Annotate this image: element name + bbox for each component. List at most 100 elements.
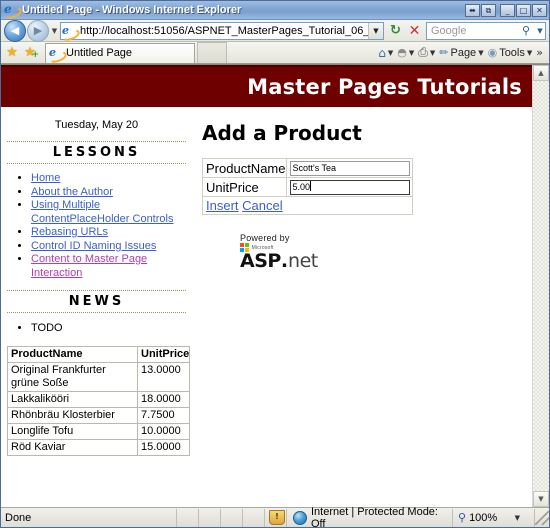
minimize-button[interactable]: _ <box>500 3 515 17</box>
address-dropdown-icon[interactable]: ▼ <box>368 22 383 39</box>
security-zone[interactable]: Internet | Protected Mode: Off <box>287 505 453 530</box>
close-button[interactable]: ✕ <box>532 3 547 17</box>
print-button[interactable]: ⎙ ▼ <box>416 43 437 62</box>
home-button[interactable]: ⌂ ▼ <box>376 43 395 62</box>
cell-unitprice: 7.7500 <box>137 407 190 424</box>
productname-input[interactable]: Scott's Tea <box>290 161 411 177</box>
form-actions-cell: Insert Cancel <box>201 196 414 216</box>
cancel-link[interactable]: Cancel <box>242 198 282 213</box>
list-item: Rebasing URLs <box>31 226 192 240</box>
forward-button[interactable]: ▶ <box>27 19 49 42</box>
zoom-control[interactable]: ⚲ 100% ▼ <box>453 508 535 527</box>
add-to-favorites-icon[interactable]: ★ <box>21 45 39 60</box>
label-productname: ProductName <box>201 157 288 179</box>
maximize-button[interactable]: □ <box>516 3 531 17</box>
table-row: Rhönbräu Klosterbier 7.7500 <box>7 407 190 424</box>
resize-grip[interactable] <box>535 510 549 525</box>
feeds-button[interactable]: ◓ ▼ <box>395 43 416 62</box>
search-input[interactable]: Google <box>427 25 517 37</box>
cell-productname: Röd Kaviar <box>7 439 138 456</box>
back-button[interactable]: ◀ <box>4 19 26 42</box>
sidebar-link-control-id-naming-issues[interactable]: Control ID Naming Issues <box>31 240 156 252</box>
scroll-down-button[interactable]: ▼ <box>533 491 549 507</box>
status-slot-1 <box>177 508 199 527</box>
tools-menu-label: Tools <box>499 46 525 59</box>
unitprice-input[interactable]: 5.00 <box>290 180 411 196</box>
tools-caret-icon[interactable]: ▼ <box>527 49 532 57</box>
label-unitprice: UnitPrice <box>201 177 288 198</box>
feeds-caret-icon[interactable]: ▼ <box>409 49 414 57</box>
zoom-caret-icon[interactable]: ▼ <box>515 514 530 522</box>
title-bar: e Untitled Page - Windows Internet Explo… <box>1 1 549 20</box>
asp-text: ASP <box>240 250 281 273</box>
restore-small-button[interactable]: ⬌ <box>465 3 480 17</box>
stop-button[interactable]: ✕ <box>405 21 424 40</box>
vertical-scrollbar[interactable]: ▲ ▼ <box>532 65 549 507</box>
cell-productname: Lakkalikööri <box>7 391 138 408</box>
page-content: Tuesday, May 20 LESSONS Home About the A… <box>1 107 532 456</box>
sidebar-link-rebasing-urls[interactable]: Rebasing URLs <box>31 226 108 238</box>
list-item: About the Author <box>31 186 192 200</box>
browser-window: e Untitled Page - Windows Internet Explo… <box>0 0 550 530</box>
cell-productname: Rhönbräu Klosterbier <box>7 407 138 424</box>
news-heading: NEWS <box>7 290 186 313</box>
cell-unitprice: 10.0000 <box>137 423 190 440</box>
command-overflow-icon[interactable]: » <box>534 46 545 59</box>
field-productname-cell: Scott's Tea <box>286 157 414 179</box>
status-text: Done <box>1 508 177 527</box>
list-item: Home <box>31 172 192 186</box>
list-item: Content to Master Page Interaction <box>31 253 192 280</box>
back-arrow-icon: ◀ <box>10 24 20 37</box>
page-icon: ✏ <box>439 46 449 59</box>
refresh-button[interactable]: ↻ <box>386 21 405 40</box>
rss-feed-icon: ◓ <box>397 46 407 59</box>
insert-link[interactable]: Insert <box>206 198 239 213</box>
column-header-unitprice: UnitPrice <box>137 346 190 363</box>
column-header-productname: ProductName <box>7 346 138 363</box>
products-table: ProductName UnitPrice Original Frankfurt… <box>7 346 190 456</box>
tab-favicon-icon: e <box>49 46 56 59</box>
command-bar-buttons: ⌂ ▼ ◓ ▼ ⎙ ▼ ✏ Page ▼ ◉ Tools ▼ » <box>376 43 547 62</box>
favorites-center-icon[interactable]: ★ <box>3 45 21 60</box>
forward-arrow-icon: ▶ <box>33 24 43 37</box>
sidebar-link-using-multiple-contentplaceholder-controls[interactable]: Using Multiple ContentPlaceHolder Contro… <box>31 199 173 225</box>
address-input-wrapper[interactable]: e http://localhost:51056/ASPNET_MasterPa… <box>60 21 384 40</box>
new-tab-button[interactable] <box>197 42 227 63</box>
internet-zone-globe-icon <box>293 510 307 525</box>
sidebar-link-content-to-master-page-interaction[interactable]: Content to Master Page Interaction <box>31 253 147 279</box>
form-row-productname: ProductName Scott's Tea <box>201 157 414 179</box>
news-list: TODO <box>1 322 192 334</box>
sidebar-link-about-the-author[interactable]: About the Author <box>31 186 113 198</box>
search-box[interactable]: Google ⚲ ▼ <box>426 21 546 40</box>
search-provider-caret-icon[interactable]: ▼ <box>535 27 545 35</box>
dot-text: . <box>280 250 289 273</box>
table-row: Original Frankfurter grüne Soße 13.0000 <box>7 362 190 392</box>
scroll-up-button[interactable]: ▲ <box>533 65 549 81</box>
home-icon: ⌂ <box>378 45 386 60</box>
cell-unitprice: 13.0000 <box>137 362 190 392</box>
aspnet-wordmark: ASP . net <box>240 252 340 271</box>
tools-menu-button[interactable]: ◉ Tools ▼ <box>486 43 535 62</box>
form-row-actions: Insert Cancel <box>201 196 414 216</box>
web-page: Master Pages Tutorials Tuesday, May 20 L… <box>1 65 532 507</box>
sidebar: Tuesday, May 20 LESSONS Home About the A… <box>1 107 193 456</box>
home-caret-icon[interactable]: ▼ <box>388 49 393 57</box>
insert-product-form: ProductName Scott's Tea UnitPrice 5.00 I… <box>201 157 414 216</box>
print-caret-icon[interactable]: ▼ <box>430 49 435 57</box>
page-menu-button[interactable]: ✏ Page ▼ <box>437 43 485 62</box>
browser-tab[interactable]: e Untitled Page <box>45 42 195 63</box>
security-zone-label: Internet | Protected Mode: Off <box>311 505 438 530</box>
field-unitprice-cell: 5.00 <box>286 177 414 198</box>
history-dropdown-button[interactable]: ▼ <box>49 27 60 35</box>
refresh-icon: ↻ <box>390 23 401 38</box>
status-bar: Done ! Internet | Protected Mode: Off ⚲ … <box>1 505 549 530</box>
table-row: Longlife Tofu 10.0000 <box>7 423 190 440</box>
scrollbar-track[interactable] <box>533 81 549 491</box>
page-caret-icon[interactable]: ▼ <box>478 49 483 57</box>
restore-group-button[interactable]: ⧉ <box>481 3 496 17</box>
sidebar-link-home[interactable]: Home <box>31 172 60 184</box>
cell-productname: Original Frankfurter grüne Soße <box>7 362 138 392</box>
search-icon[interactable]: ⚲ <box>517 24 535 37</box>
address-input[interactable]: http://localhost:51056/ASPNET_MasterPage… <box>80 25 368 37</box>
form-row-unitprice: UnitPrice 5.00 <box>201 177 414 198</box>
